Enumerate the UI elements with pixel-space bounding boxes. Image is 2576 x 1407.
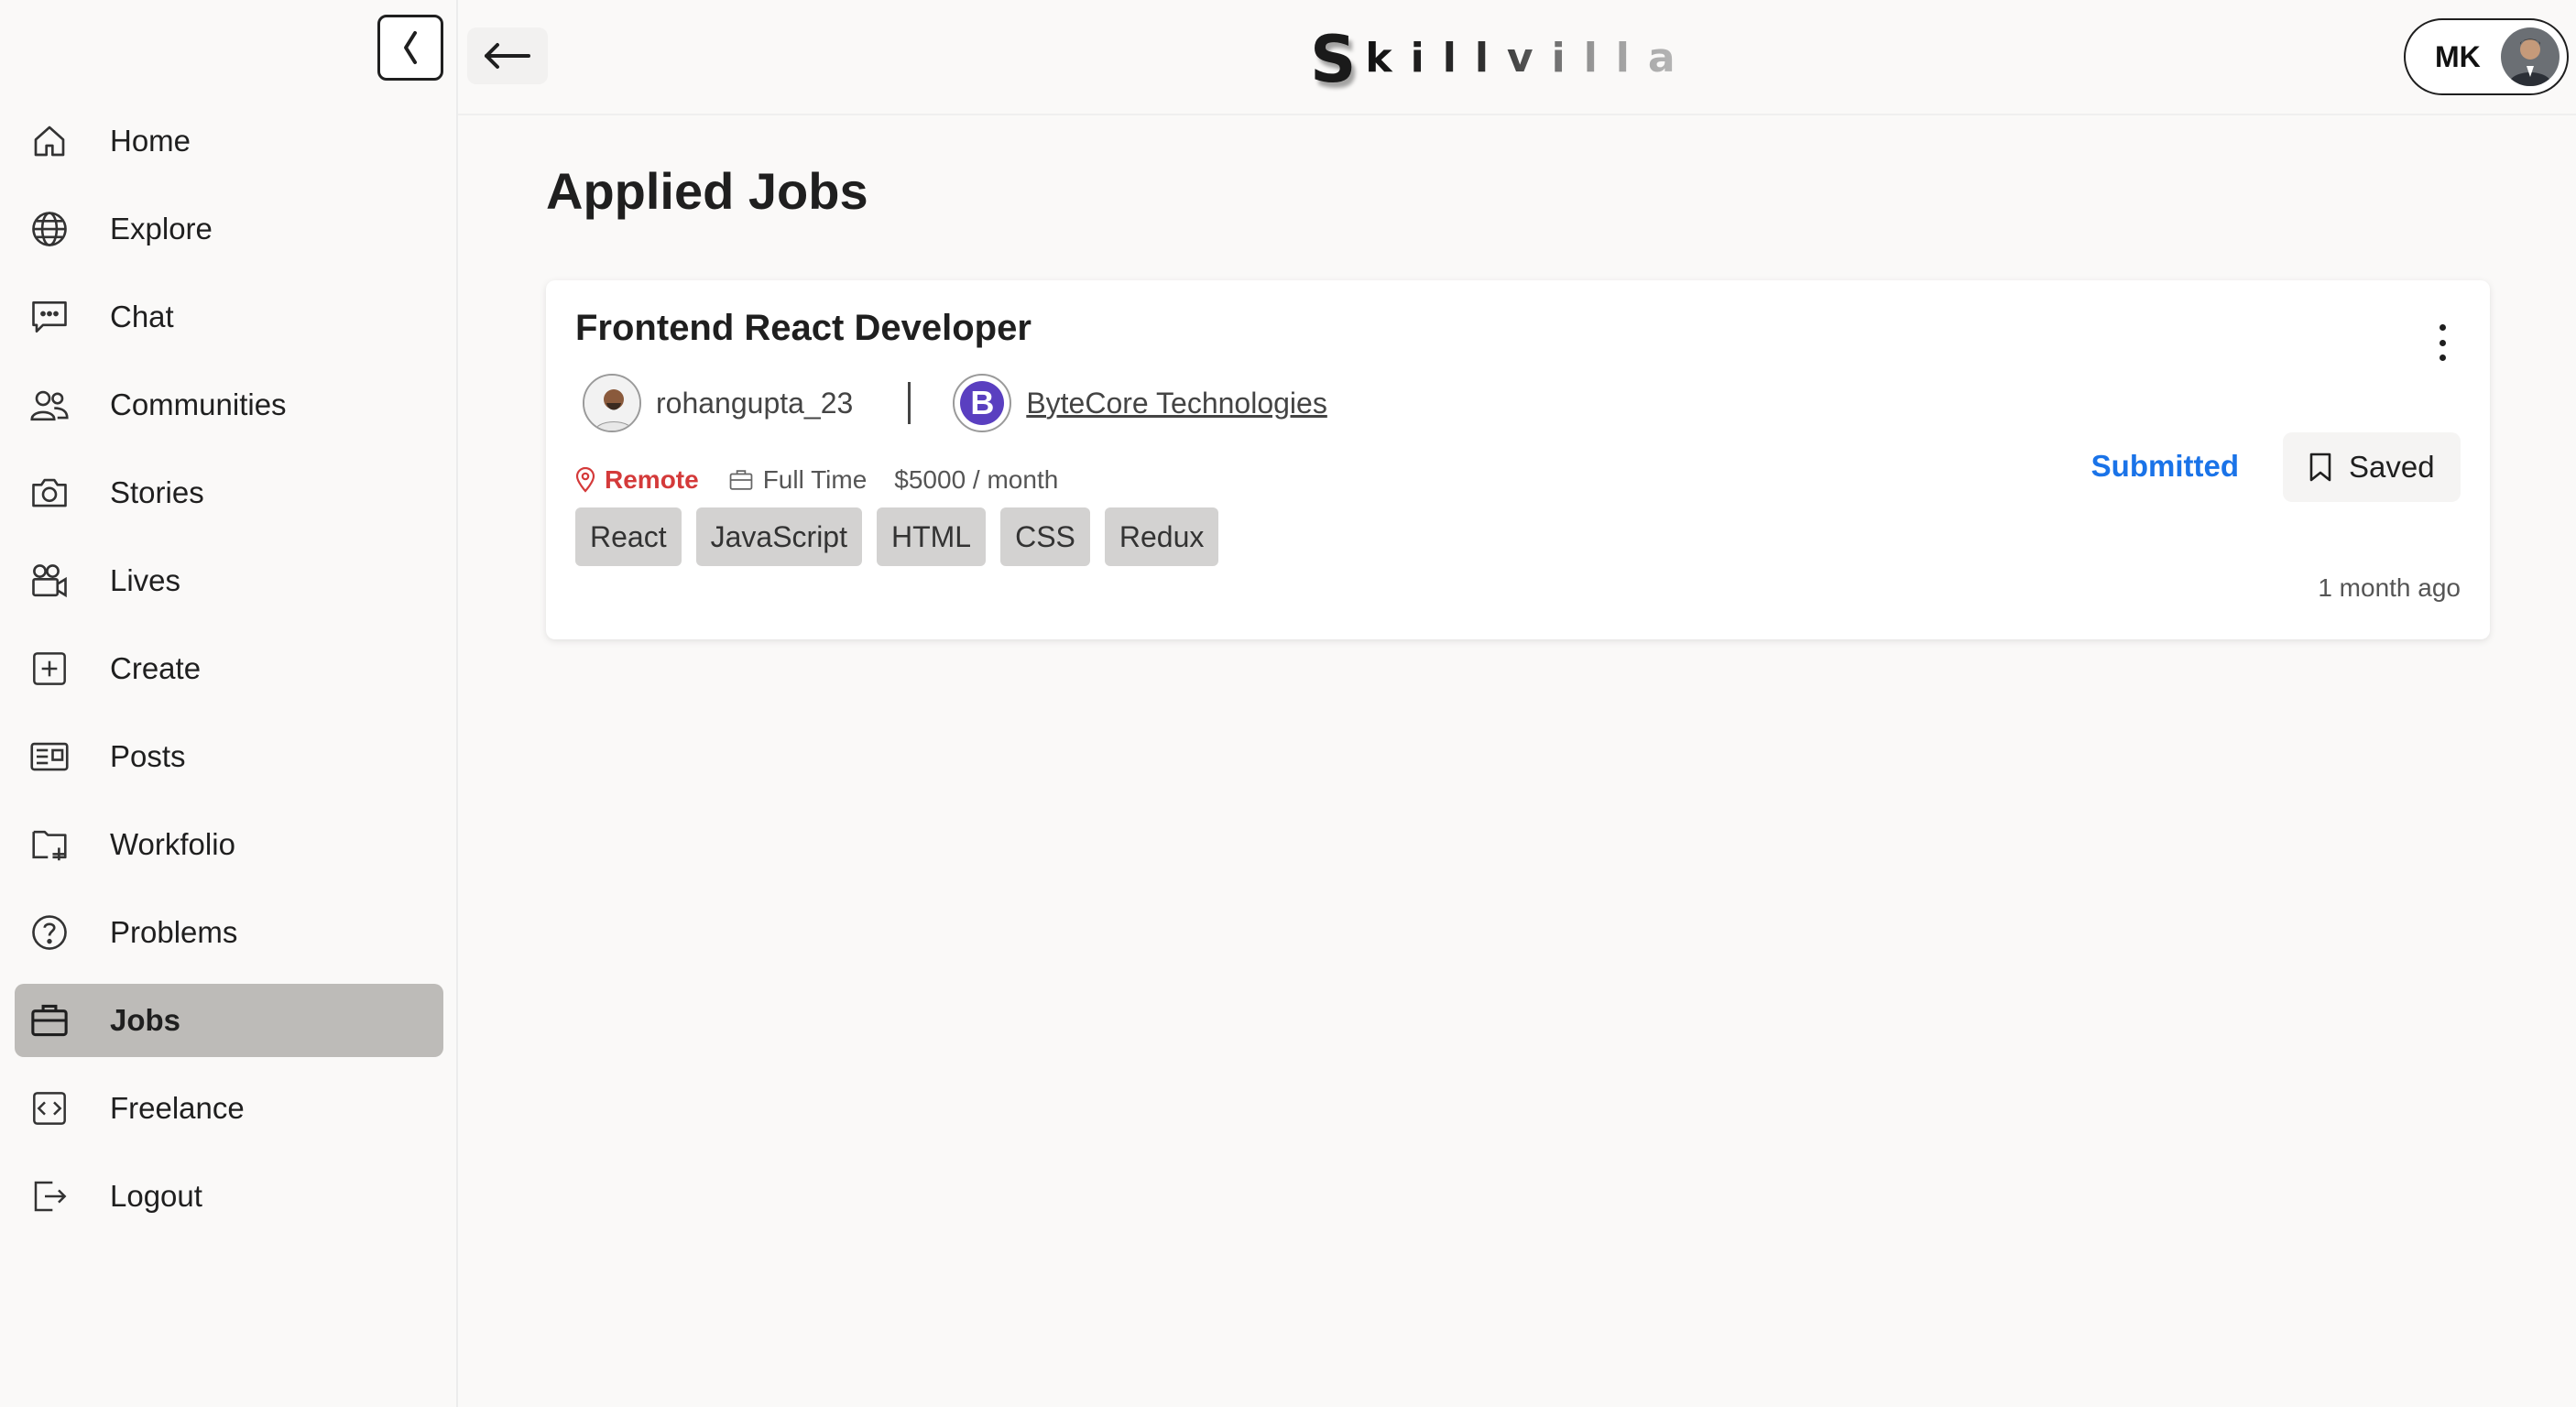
sidebar-item-label: Create xyxy=(110,651,202,685)
sidebar-item-label: Workfolio xyxy=(110,827,235,861)
map-pin-icon xyxy=(575,467,595,493)
job-type: Full Time xyxy=(728,465,868,495)
home-icon xyxy=(27,119,71,163)
arrow-left-icon xyxy=(485,43,530,69)
company-logo-letter: B xyxy=(960,381,1005,425)
plus-square-icon xyxy=(27,647,71,691)
sidebar-item-label: Communities xyxy=(110,387,287,421)
camera-icon xyxy=(27,471,71,515)
folder-plus-icon xyxy=(27,823,71,867)
more-options-icon[interactable] xyxy=(2431,324,2453,361)
page-title: Applied Jobs xyxy=(546,162,868,220)
question-circle-icon xyxy=(27,911,71,954)
job-location-label: Remote xyxy=(605,465,699,494)
sidebar: Home Explore Chat Communities Stories Li… xyxy=(0,0,458,1407)
app-root: Home Explore Chat Communities Stories Li… xyxy=(0,0,2576,1407)
skill-tag[interactable]: HTML xyxy=(876,507,987,566)
logo-letter: S xyxy=(1310,22,1357,97)
skill-tag[interactable]: Redux xyxy=(1104,507,1219,566)
sidebar-item-lives[interactable]: Lives xyxy=(15,544,443,617)
newspaper-icon xyxy=(27,735,71,779)
video-camera-icon xyxy=(27,559,71,603)
globe-icon xyxy=(27,207,71,251)
profile-initials: MK xyxy=(2435,39,2481,73)
sidebar-item-label: Jobs xyxy=(110,1003,181,1037)
saved-button[interactable]: Saved xyxy=(2283,432,2461,502)
skillvilla-logo[interactable]: S killvilla xyxy=(1310,27,1694,92)
sidebar-item-label: Chat xyxy=(110,300,174,333)
job-salary: $5000 / month xyxy=(894,465,1059,494)
sidebar-item-label: Stories xyxy=(110,475,204,509)
top-header: S killvilla MK xyxy=(458,0,2576,115)
sidebar-item-label: Explore xyxy=(110,212,213,245)
skill-tags: React JavaScript HTML CSS Redux xyxy=(575,507,1219,566)
poster-avatar[interactable] xyxy=(583,374,641,432)
sidebar-item-jobs[interactable]: Jobs xyxy=(15,984,443,1057)
code-square-icon xyxy=(27,1086,71,1130)
profile-avatar xyxy=(2501,27,2560,86)
posted-time: 1 month ago xyxy=(2318,573,2461,602)
poster-username[interactable]: rohangupta_23 xyxy=(656,387,853,420)
sidebar-item-explore[interactable]: Explore xyxy=(15,192,443,266)
sidebar-item-workfolio[interactable]: Workfolio xyxy=(15,808,443,881)
company-logo[interactable]: B xyxy=(953,374,1012,432)
briefcase-icon xyxy=(729,470,753,490)
sidebar-item-create[interactable]: Create xyxy=(15,632,443,705)
company-name-link[interactable]: ByteCore Technologies xyxy=(1026,387,1327,420)
sidebar-item-problems[interactable]: Problems xyxy=(15,896,443,969)
job-type-label: Full Time xyxy=(762,465,868,494)
chat-icon xyxy=(27,295,71,339)
chevron-left-icon xyxy=(404,31,417,64)
meta-divider xyxy=(908,382,911,424)
sidebar-item-posts[interactable]: Posts xyxy=(15,720,443,793)
skill-tag[interactable]: JavaScript xyxy=(695,507,862,566)
skill-tag[interactable]: CSS xyxy=(1000,507,1090,566)
application-status: Submitted xyxy=(2090,449,2239,483)
job-meta-row: rohangupta_23 B ByteCore Technologies xyxy=(583,374,1327,432)
sidebar-item-communities[interactable]: Communities xyxy=(15,368,443,442)
sidebar-item-label: Freelance xyxy=(110,1091,245,1125)
sidebar-nav: Home Explore Chat Communities Stories Li… xyxy=(15,104,443,1248)
sidebar-collapse-button[interactable] xyxy=(377,15,443,81)
sidebar-item-label: Problems xyxy=(110,915,238,949)
skill-tag[interactable]: React xyxy=(575,507,682,566)
job-card[interactable]: Frontend React Developer rohangupta_23 B xyxy=(546,280,2490,639)
bookmark-icon xyxy=(2309,453,2331,482)
saved-label: Saved xyxy=(2349,450,2435,484)
sidebar-item-logout[interactable]: Logout xyxy=(15,1160,443,1233)
sidebar-item-label: Posts xyxy=(110,739,186,773)
job-location: Remote xyxy=(575,465,699,495)
logout-icon xyxy=(27,1174,71,1218)
sidebar-item-chat[interactable]: Chat xyxy=(15,280,443,354)
sidebar-item-label: Home xyxy=(110,124,191,158)
job-info-row: Remote Full Time $5000 / month xyxy=(575,458,1058,502)
sidebar-item-stories[interactable]: Stories xyxy=(15,456,443,529)
job-title[interactable]: Frontend React Developer xyxy=(575,308,1031,349)
profile-menu-button[interactable]: MK xyxy=(2404,18,2569,95)
briefcase-icon xyxy=(27,998,71,1042)
users-icon xyxy=(27,383,71,427)
sidebar-item-home[interactable]: Home xyxy=(15,104,443,178)
back-button[interactable] xyxy=(467,27,548,84)
sidebar-item-label: Logout xyxy=(110,1179,202,1213)
sidebar-item-label: Lives xyxy=(110,563,181,597)
sidebar-item-freelance[interactable]: Freelance xyxy=(15,1072,443,1145)
logo-wordmark: killvilla xyxy=(1365,35,1694,82)
